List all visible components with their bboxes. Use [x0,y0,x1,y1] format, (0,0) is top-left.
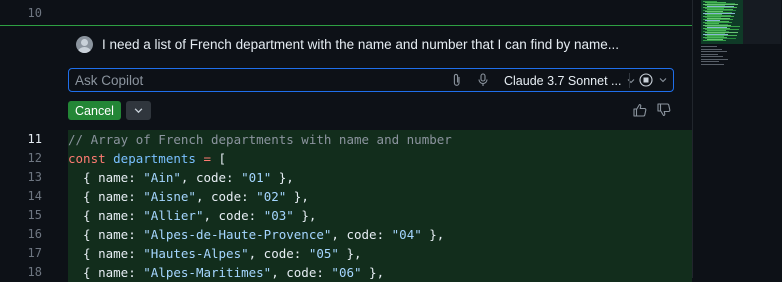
line-number: 16 [27,227,42,241]
ask-copilot-box[interactable]: Claude 3.7 Sonnet ... [68,68,674,92]
line-number: 10 [27,6,42,20]
code-token: , code: [203,208,264,223]
code-text: { name: "Alpes-de-Haute-Provence", code:… [68,225,692,244]
microphone-icon[interactable] [477,73,489,87]
minimap-line [701,58,728,60]
line-number: 12 [27,151,42,165]
line-number: 15 [27,208,42,222]
code-editor[interactable]: 11 // Array of French departments with na… [0,126,692,282]
code-token: departments [113,151,204,166]
code-token: name: [98,227,144,242]
code-token: }, [421,227,445,242]
chevron-down-icon[interactable] [659,76,667,84]
code-line[interactable]: 16 { name: "Alpes-de-Haute-Provence", co… [0,225,692,244]
code-line[interactable]: 11 // Array of French departments with na… [0,130,692,149]
code-token: name: [98,170,144,185]
code-text: // Array of French departments with name… [68,130,692,149]
code-token: name: [98,189,144,204]
code-text: { name: "Hautes-Alpes", code: "05" }, [68,244,692,263]
code-token: name: [98,246,144,261]
chevron-down-icon [134,108,143,114]
code-token: "Alpes-de-Haute-Provence" [143,227,332,242]
model-picker[interactable]: Claude 3.7 Sonnet ... [504,73,635,89]
more-options-button[interactable] [126,101,151,120]
thumbs-up-icon[interactable] [632,102,648,118]
code-text: { name: "Aisne", code: "02" }, [68,187,692,206]
code-line[interactable]: 15 { name: "Allier", code: "03" }, [0,206,692,225]
code-token: { [68,246,99,261]
prompt-text: I need a list of French department with … [102,36,620,52]
code-token: }, [286,189,309,204]
cancel-button[interactable]: Cancel [68,101,121,120]
line-number: 18 [27,265,42,279]
code-line[interactable]: 17 { name: "Hautes-Alpes", code: "05" }, [0,244,692,263]
code-token: { [68,227,99,242]
minimap-line [701,48,722,50]
code-line[interactable]: 13 { name: "Ain", code: "01" }, [0,168,692,187]
chat-request: I need a list of French department with … [76,34,619,54]
avatar [76,35,93,53]
code-token: { [68,189,99,204]
editor-line-10: 10 [0,0,692,25]
code-token: , code: [331,227,392,242]
copilot-inline-chat: I need a list of French department with … [0,25,692,127]
code-text: { name: "Alpes-Maritimes", code: "06" }, [68,263,692,282]
minimap-line [701,53,718,55]
code-token: "Allier" [143,208,204,223]
paperclip-icon[interactable] [451,73,463,87]
code-token: , code: [248,246,309,261]
minimap-line [701,46,717,47]
code-text: { name: "Ain", code: "01" }, [68,168,692,187]
code-token: "Hautes-Alpes" [143,246,249,261]
code-token: "05" [308,246,339,261]
code-line[interactable]: 12 const departments = [ [0,149,692,168]
code-token: , code: [180,170,242,185]
divider [629,73,630,88]
code-token: }, [293,208,317,223]
line-number: 14 [27,189,42,203]
stop-icon[interactable] [639,73,653,87]
code-token: "03" [263,208,294,223]
code-token: [ [218,151,227,166]
code-token: "01" [241,170,272,185]
code-text: { name: "Allier", code: "03" }, [68,206,692,225]
minimap-line [703,40,726,41]
code-token: { [68,170,99,185]
model-label: Claude 3.7 Sonnet ... [504,74,622,88]
thumbs-down-icon[interactable] [656,102,672,118]
line-number: 13 [27,170,42,184]
minimap-line [701,56,723,57]
line-number: 17 [27,246,42,260]
ask-copilot-input[interactable] [75,72,435,88]
code-token: "Aisne" [143,189,196,204]
code-token: "02" [256,189,287,204]
line-number: 11 [27,132,42,146]
code-token: const [68,151,114,166]
code-token: name: [98,208,144,223]
code-token: = [203,151,219,166]
code-line[interactable]: 18 { name: "Alpes-Maritimes", code: "06"… [0,263,692,282]
code-token: // Array of French departments with name… [68,132,452,147]
code-token: "04" [391,227,422,242]
code-token: "Ain" [143,170,181,185]
minimap-line [701,61,719,62]
minimap-slider[interactable] [743,0,781,44]
minimap-line [701,51,727,52]
code-token: }, [338,246,362,261]
code-token: { [68,208,99,223]
minimap[interactable] [692,0,782,278]
code-text: const departments = [ [68,149,692,168]
minimap-line [701,63,724,65]
code-line[interactable]: 14 { name: "Aisne", code: "02" }, [0,187,692,206]
code-token: }, [271,170,294,185]
code-token: , code: [195,189,257,204]
